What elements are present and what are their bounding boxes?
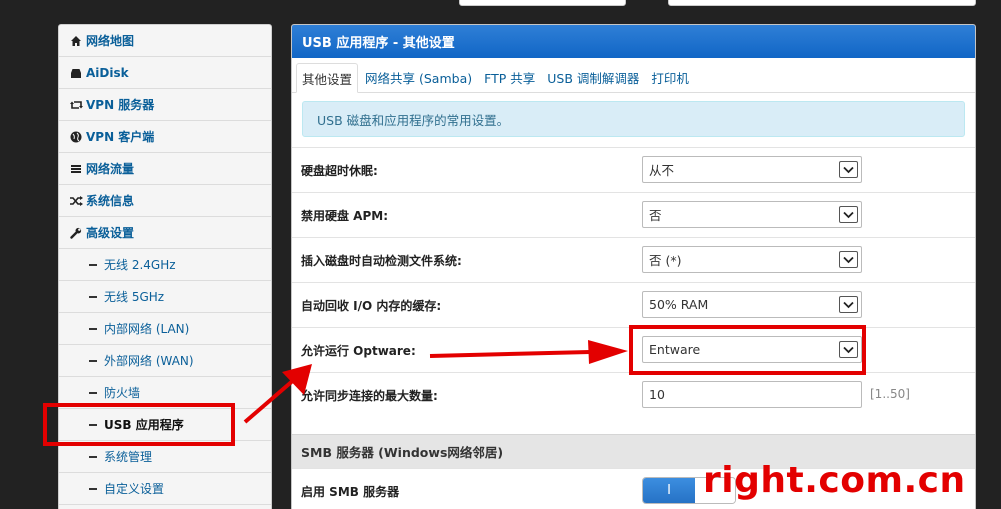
- setting-label: 禁用硬盘 APM:: [301, 208, 389, 223]
- settings-panel: USB 应用程序 - 其他设置 其他设置 网络共享 (Samba) FTP 共享…: [291, 24, 976, 509]
- hdd-spindown-select[interactable]: 从不: [642, 156, 862, 183]
- setting-label: 启用 SMB 服务器: [301, 484, 400, 499]
- setting-row-max-connections: 允许同步连接的最大数量: 10 [1..50]: [292, 372, 975, 417]
- input-value: 10: [649, 387, 665, 402]
- setting-row-fs-autodetect: 插入磁盘时自动检测文件系统: 否 (*): [292, 237, 975, 282]
- chevron-down-icon: [839, 206, 858, 223]
- sidebar-item-network-map[interactable]: 网络地图: [59, 25, 271, 57]
- sidebar-subitem-label: 无线 2.4GHz: [104, 258, 176, 272]
- sidebar-subitem-custom[interactable]: 自定义设置: [59, 473, 271, 505]
- sidebar-item-system-info[interactable]: 系统信息: [59, 185, 271, 217]
- range-hint: [1..50]: [870, 387, 910, 401]
- annotation-box-optware: [629, 325, 866, 375]
- sidebar-subitem-label: 内部网络 (LAN): [104, 322, 190, 336]
- chevron-down-icon: [839, 251, 858, 268]
- setting-label: 硬盘超时休眠:: [301, 163, 378, 178]
- dash-icon: [89, 359, 97, 362]
- info-alert: USB 磁盘和应用程序的常用设置。: [302, 101, 965, 137]
- tab-samba[interactable]: 网络共享 (Samba): [360, 62, 477, 92]
- dash-icon: [89, 455, 97, 458]
- select-value: 50% RAM: [649, 297, 709, 312]
- sidebar-subitem-label: 外部网络 (WAN): [104, 354, 194, 368]
- setting-row-hdd-spindown: 硬盘超时休眠: 从不: [292, 147, 975, 192]
- panel-title: USB 应用程序 - 其他设置: [292, 25, 975, 58]
- tab-misc-settings[interactable]: 其他设置: [296, 63, 359, 93]
- setting-label: 插入磁盘时自动检测文件系统:: [301, 253, 462, 268]
- sidebar-subitem-label: 自定义设置: [104, 482, 165, 496]
- sidebar-item-aidisk[interactable]: AiDisk: [59, 57, 271, 89]
- tab-bar: 其他设置 网络共享 (Samba) FTP 共享 USB 调制解调器 打印机: [292, 58, 975, 93]
- sidebar-item-label: 高级设置: [86, 226, 135, 240]
- shuffle-icon: [69, 194, 83, 208]
- dash-icon: [89, 487, 97, 490]
- retweet-icon: [69, 98, 83, 112]
- sidebar-item-advanced[interactable]: 高级设置: [59, 217, 271, 249]
- chevron-down-icon: [839, 161, 858, 178]
- globe-icon: [69, 130, 83, 144]
- fs-autodetect-select[interactable]: 否 (*): [642, 246, 862, 273]
- sidebar-item-label: 网络地图: [86, 34, 135, 48]
- max-connections-input[interactable]: 10: [642, 381, 862, 408]
- sidebar-item-label: VPN 客户端: [86, 130, 155, 144]
- tab-usb-modem[interactable]: USB 调制解调器: [542, 62, 644, 92]
- dash-icon: [89, 295, 97, 298]
- sidebar-item-label: AiDisk: [86, 65, 129, 80]
- sidebar-subitem-label: 系统管理: [104, 450, 153, 464]
- setting-label: 允许同步连接的最大数量:: [301, 388, 438, 403]
- tab-printer[interactable]: 打印机: [646, 62, 694, 92]
- select-value: 否 (*): [649, 253, 682, 268]
- sidebar-item-traffic[interactable]: 网络流量: [59, 153, 271, 185]
- top-input-right: [668, 0, 976, 6]
- sidebar-item-label: 系统信息: [86, 194, 135, 208]
- sidebar-subitem-label: 无线 5GHz: [104, 290, 165, 304]
- setting-row-io-cache: 自动回收 I/O 内存的缓存: 50% RAM: [292, 282, 975, 327]
- setting-label: 允许运行 Optware:: [301, 343, 416, 358]
- sidebar-subitem-lan[interactable]: 内部网络 (LAN): [59, 313, 271, 345]
- io-cache-select[interactable]: 50% RAM: [642, 291, 862, 318]
- dash-icon: [89, 263, 97, 266]
- home-icon: [69, 34, 83, 48]
- select-value: 从不: [649, 163, 675, 178]
- setting-row-disable-apm: 禁用硬盘 APM: 否: [292, 192, 975, 237]
- tab-ftp[interactable]: FTP 共享: [479, 62, 540, 92]
- setting-label: 自动回收 I/O 内存的缓存:: [301, 298, 442, 313]
- wrench-icon: [69, 226, 83, 240]
- dash-icon: [89, 327, 97, 330]
- toggle-on-label: I: [643, 478, 695, 503]
- dash-icon: [89, 391, 97, 394]
- annotation-box-usb-apps: [43, 403, 235, 446]
- sidebar-item-vpn-server[interactable]: VPN 服务器: [59, 89, 271, 121]
- chevron-down-icon: [839, 296, 858, 313]
- sidebar-subitem-wireless-24[interactable]: 无线 2.4GHz: [59, 249, 271, 281]
- disable-apm-select[interactable]: 否: [642, 201, 862, 228]
- watermark: right.com.cn: [703, 460, 966, 501]
- sidebar-item-vpn-client[interactable]: VPN 客户端: [59, 121, 271, 153]
- select-value: 否: [649, 208, 662, 223]
- top-input-left: [459, 0, 626, 6]
- drive-icon: [69, 66, 83, 80]
- sidebar-item-label: 网络流量: [86, 162, 135, 176]
- sidebar-subitem-wan[interactable]: 外部网络 (WAN): [59, 345, 271, 377]
- sidebar-subitem-label: 防火墙: [104, 386, 141, 400]
- sidebar-item-label: VPN 服务器: [86, 98, 155, 112]
- list-icon: [69, 162, 83, 176]
- sidebar-subitem-wireless-5[interactable]: 无线 5GHz: [59, 281, 271, 313]
